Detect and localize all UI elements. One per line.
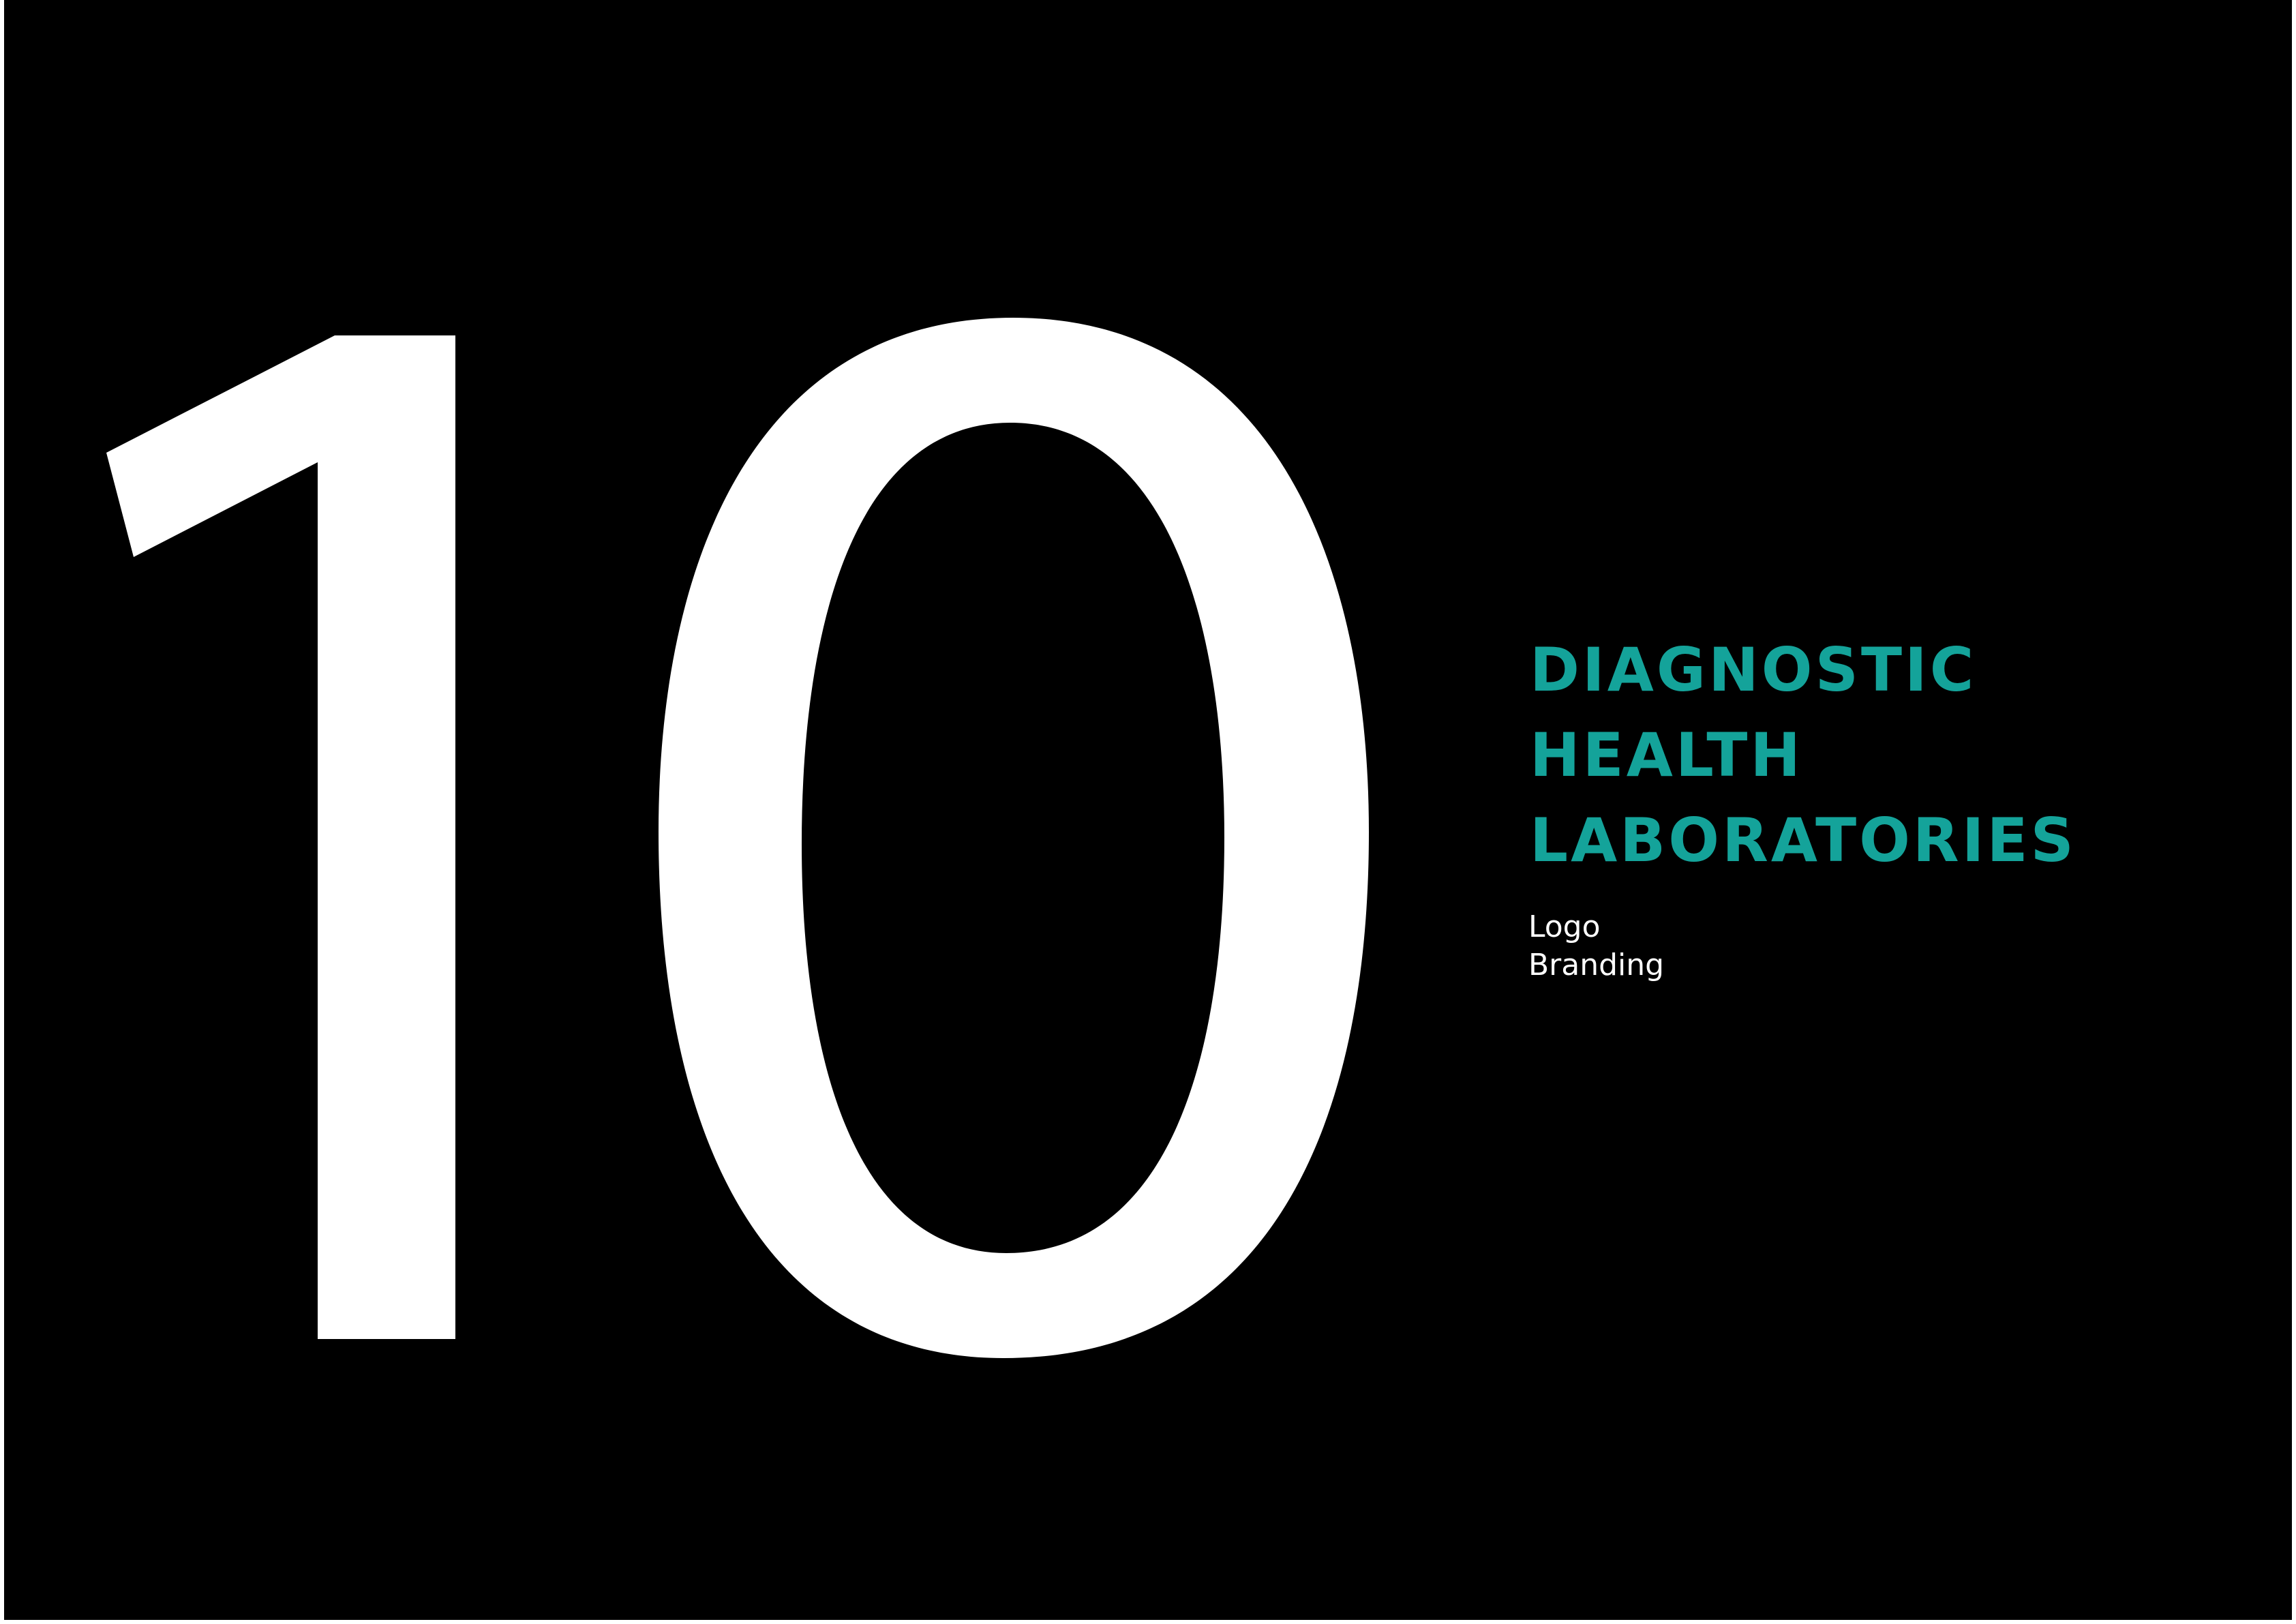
company-title: DIAGNOSTIC HEALTH LABORATORIES [1530, 627, 2211, 883]
title-line-3: LABORATORIES [1530, 805, 2076, 875]
title-line-2: HEALTH [1530, 720, 1804, 790]
cover-slide: DIAGNOSTIC HEALTH LABORATORIES Logo Bran… [4, 0, 2292, 1620]
section-number [4, 0, 1436, 1620]
tag-branding: Branding [1528, 948, 1665, 982]
project-tags: Logo Branding [1528, 908, 1937, 984]
digit-one [106, 335, 455, 1339]
section-number-graphic [106, 318, 1369, 1358]
title-line-1: DIAGNOSTIC [1530, 635, 1977, 705]
digit-zero [659, 318, 1369, 1358]
tag-logo: Logo [1528, 909, 1601, 944]
